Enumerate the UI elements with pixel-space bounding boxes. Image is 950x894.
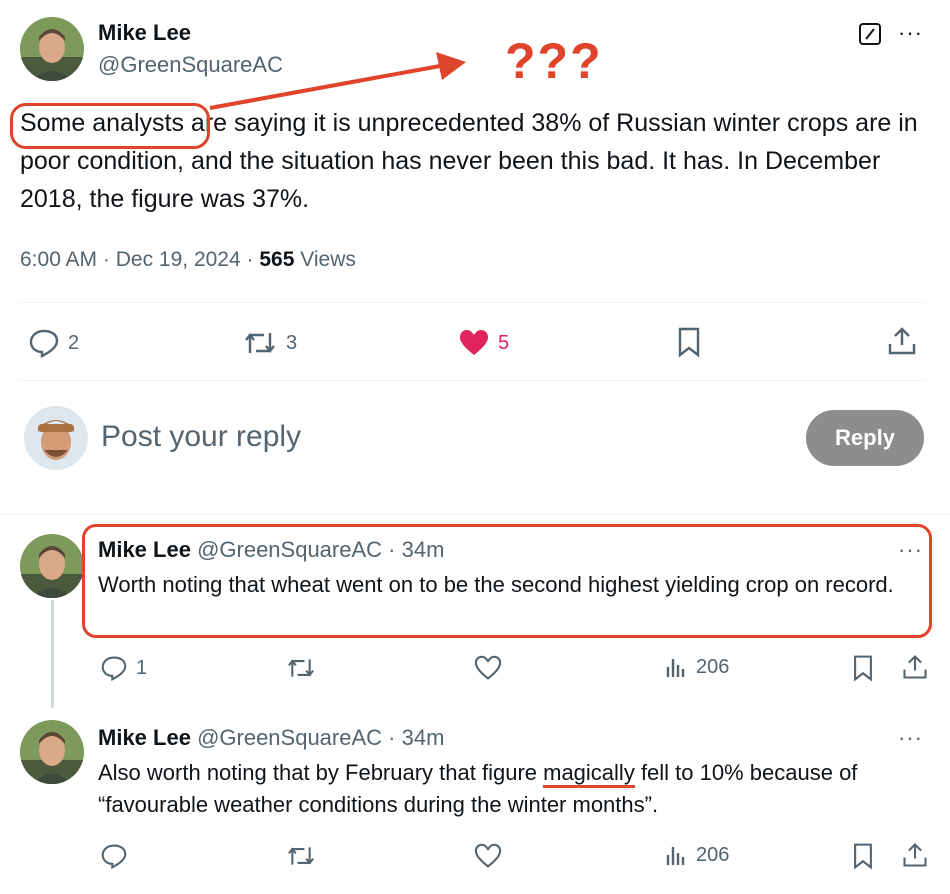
reply-repost-action[interactable] xyxy=(285,655,317,681)
views-label: Views xyxy=(294,248,356,271)
underlined-word: magically xyxy=(543,760,635,788)
reply-like-action[interactable] xyxy=(474,655,502,681)
views-count: 206 xyxy=(696,843,730,866)
meta-separator: · xyxy=(97,248,116,271)
reply-separator: · xyxy=(382,537,402,562)
author-name[interactable]: Mike Lee xyxy=(98,20,191,46)
bookmark-icon xyxy=(851,842,875,870)
like-count: 5 xyxy=(498,331,510,354)
reply-author-name[interactable]: Mike Lee xyxy=(98,537,191,562)
reply-icon xyxy=(100,655,128,681)
annotation-circle xyxy=(10,103,210,149)
reply-share-action[interactable] xyxy=(901,653,929,681)
reply-author-name[interactable]: Mike Lee xyxy=(98,725,191,750)
reply-like-action[interactable] xyxy=(474,843,502,869)
annotation-question-marks: ??? xyxy=(505,33,603,89)
meta-separator: · xyxy=(240,248,260,271)
reply-avatar[interactable] xyxy=(20,534,84,598)
reply-repost-action[interactable] xyxy=(285,843,317,869)
divider xyxy=(0,514,950,515)
author-avatar[interactable] xyxy=(20,17,84,81)
reply-text: Worth noting that wheat went on to be th… xyxy=(98,572,894,597)
reply-time[interactable]: 34m xyxy=(402,725,445,750)
reply-text: Also worth noting that by February that … xyxy=(98,757,928,821)
heart-filled-icon xyxy=(458,328,490,358)
reply-more-icon[interactable]: ··· xyxy=(898,537,923,563)
repost-count: 3 xyxy=(286,331,298,354)
bookmark-icon xyxy=(676,326,702,358)
repost-icon xyxy=(285,655,317,681)
share-icon xyxy=(901,841,929,869)
reply-count: 1 xyxy=(136,656,148,679)
reply-icon xyxy=(28,328,60,358)
thread-line xyxy=(51,600,54,708)
reply-icon xyxy=(100,843,128,869)
reply-header: Mike Lee @GreenSquareAC · 34m xyxy=(98,537,444,563)
more-options-icon[interactable]: ··· xyxy=(898,20,923,46)
reply-time[interactable]: 34m xyxy=(402,537,445,562)
tweet-date[interactable]: Dec 19, 2024 xyxy=(116,248,241,271)
reply-separator: · xyxy=(382,725,402,750)
heart-icon xyxy=(474,655,502,681)
heart-icon xyxy=(474,843,502,869)
reply-handle[interactable]: @GreenSquareAC xyxy=(197,537,382,562)
annotation-arrow xyxy=(209,52,466,110)
reply-avatar[interactable] xyxy=(20,720,84,784)
reply-text-part: Also worth noting that by February that … xyxy=(98,760,544,785)
bookmark-action[interactable] xyxy=(676,326,702,358)
reply-more-icon[interactable]: ··· xyxy=(898,725,923,751)
reply-reply-action[interactable]: 1 xyxy=(100,655,147,681)
user-avatar[interactable] xyxy=(24,406,88,470)
views-icon xyxy=(664,655,688,679)
tweet-meta: 6:00 AM · Dec 19, 2024 · 565 Views xyxy=(20,248,356,272)
reply-views-action[interactable]: 206 xyxy=(664,655,729,679)
share-icon xyxy=(901,653,929,681)
repost-icon xyxy=(285,843,317,869)
reply-views-action[interactable]: 206 xyxy=(664,843,729,867)
reply-bookmark-action[interactable] xyxy=(851,842,875,870)
reply-input[interactable]: Post your reply xyxy=(101,420,301,454)
views-icon xyxy=(664,843,688,867)
views-count: 565 xyxy=(259,248,295,271)
repost-icon xyxy=(242,328,278,358)
bookmark-icon xyxy=(851,654,875,682)
share-action[interactable] xyxy=(886,325,918,357)
like-action[interactable]: 5 xyxy=(458,328,509,358)
reply-handle[interactable]: @GreenSquareAC xyxy=(197,725,382,750)
grok-icon[interactable] xyxy=(858,22,882,46)
reply-reply-action[interactable] xyxy=(100,843,128,869)
divider xyxy=(20,380,925,381)
views-count: 206 xyxy=(696,655,730,678)
reply-bookmark-action[interactable] xyxy=(851,654,875,682)
reply-count: 2 xyxy=(68,331,80,354)
repost-action[interactable]: 3 xyxy=(242,328,297,358)
reply-button[interactable]: Reply xyxy=(806,410,924,466)
reply-action[interactable]: 2 xyxy=(28,328,79,358)
tweet-time[interactable]: 6:00 AM xyxy=(20,248,97,271)
share-icon xyxy=(886,325,918,357)
reply-share-action[interactable] xyxy=(901,841,929,869)
reply-header: Mike Lee @GreenSquareAC · 34m xyxy=(98,725,444,751)
divider xyxy=(20,302,925,303)
